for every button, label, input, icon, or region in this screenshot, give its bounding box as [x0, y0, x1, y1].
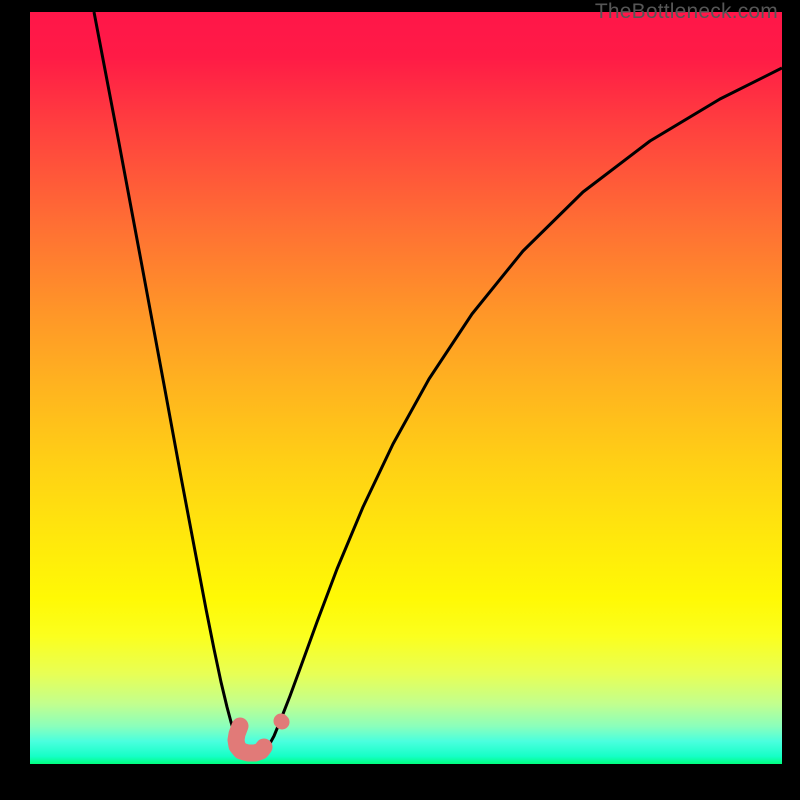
series-pink-marker: [236, 726, 264, 753]
watermark-text: TheBottleneck.com: [595, 0, 778, 24]
bottleneck-curve-chart: [30, 12, 782, 764]
series-right-curve: [255, 68, 782, 760]
series-left-curve: [94, 12, 255, 760]
series-pink-dot: [281, 721, 282, 722]
